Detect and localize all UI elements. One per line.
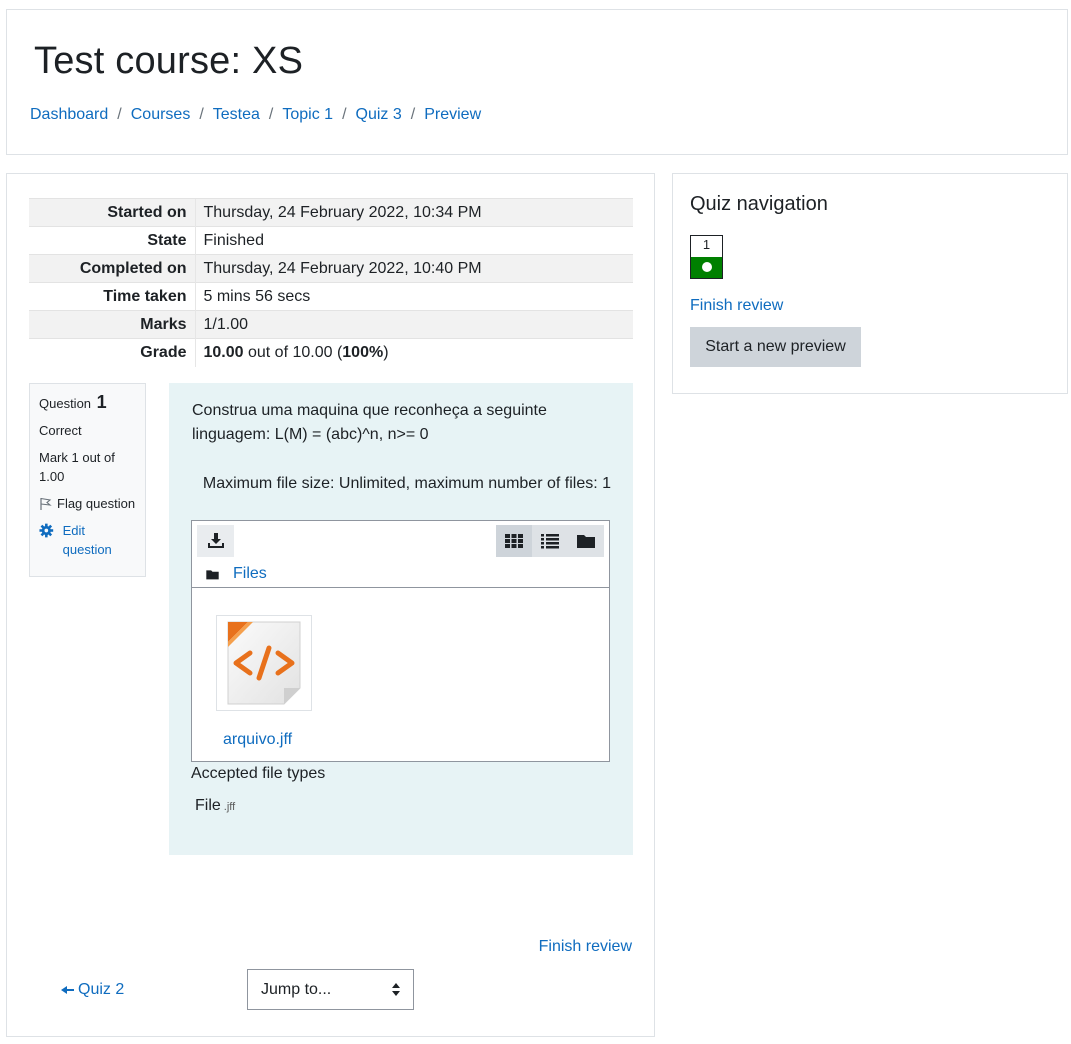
question-state: Correct — [39, 423, 82, 438]
summary-value: Thursday, 24 February 2022, 10:34 PM — [194, 198, 633, 227]
question-number: Question 1 — [39, 392, 136, 413]
file-manager-toolbar: Files — [192, 521, 609, 588]
summary-value: 1/1.00 — [194, 310, 633, 339]
tree-view-button[interactable] — [568, 525, 604, 557]
code-file-icon — [227, 621, 301, 705]
question-text: Construa uma maquina que reconheça a seg… — [192, 402, 547, 443]
arrow-left-icon — [61, 986, 74, 994]
quiz-review-region: Started on Thursday, 24 February 2022, 1… — [6, 173, 655, 1037]
summary-label: State — [29, 226, 195, 255]
view-switcher — [496, 525, 604, 557]
breadcrumb-separator: / — [410, 106, 416, 123]
question-formulation: Construa uma maquina que reconheça a seg… — [169, 383, 633, 855]
file-manager: Files arquivo.jff — [191, 520, 610, 762]
max-file-size-note: Maximum file size: Unlimited, maximum nu… — [202, 475, 611, 492]
icon-view-button[interactable] — [496, 525, 532, 557]
grade-value: 10.00 out of 10.00 (100%) — [194, 338, 633, 367]
summary-value: 5 mins 56 secs — [194, 282, 633, 311]
finish-review-link[interactable]: Finish review — [539, 938, 632, 956]
breadcrumb-separator: / — [342, 106, 347, 123]
previous-activity-link[interactable]: Quiz 2 — [61, 981, 124, 999]
correct-dot-icon — [702, 262, 712, 272]
breadcrumb: Dashboard / Courses / Testea / Topic 1 /… — [30, 106, 481, 124]
select-caret-icon — [392, 983, 400, 996]
jump-to-value: Jump to... — [261, 980, 332, 998]
breadcrumb-separator: / — [199, 106, 204, 123]
question-nav-button[interactable]: 1 — [690, 235, 723, 279]
edit-question-label[interactable]: Edit question — [63, 521, 136, 559]
table-row: Started on Thursday, 24 February 2022, 1… — [29, 198, 633, 227]
list-icon — [541, 534, 559, 549]
previous-activity-label: Quiz 2 — [78, 981, 125, 998]
table-row: Marks 1/1.00 — [29, 310, 633, 339]
breadcrumb-separator: / — [268, 106, 274, 123]
accepted-file-type: File .jff — [195, 797, 235, 815]
table-row: State Finished — [29, 226, 633, 255]
grade-out-of: out of 10.00 ( — [243, 343, 343, 361]
table-row: Time taken 5 mins 56 secs — [29, 282, 633, 311]
download-icon — [207, 533, 224, 548]
start-new-preview-button[interactable]: Start a new preview — [690, 327, 861, 367]
course-title: Test course: XS — [34, 40, 304, 82]
table-row: Completed on Thursday, 24 February 2022,… — [29, 254, 633, 283]
question-nav-number: 1 — [702, 237, 711, 252]
path-files-link[interactable]: Files — [233, 565, 267, 583]
summary-label: Grade — [29, 338, 195, 367]
breadcrumb-quiz[interactable]: Quiz 3 — [356, 106, 402, 124]
gear-icon — [39, 523, 54, 538]
quiz-navigation-title: Quiz navigation — [690, 193, 828, 215]
file-link[interactable]: arquivo.jff — [223, 731, 292, 749]
grade-close: ) — [383, 343, 389, 361]
folder-icon — [577, 535, 595, 548]
grid-icon — [505, 534, 523, 548]
folder-icon — [206, 569, 219, 579]
accepted-file-types-heading: Accepted file types — [191, 765, 326, 782]
file-type-extension: .jff — [223, 801, 236, 813]
quiz-navigation-block: Quiz navigation 1 Finish review Start a … — [672, 173, 1068, 394]
correct-state-indicator — [691, 257, 722, 278]
flag-question-button[interactable]: Flag question — [39, 494, 136, 513]
grade-percent: 100% — [342, 343, 384, 361]
breadcrumb-separator: / — [117, 106, 122, 123]
question-info: Question 1 Correct Mark 1 out of 1.00 Fl… — [29, 383, 146, 577]
question-number-value: 1 — [96, 392, 107, 412]
flag-question-label: Flag question — [57, 496, 136, 511]
nav-finish-review-link[interactable]: Finish review — [690, 297, 783, 315]
breadcrumb-topic[interactable]: Topic 1 — [282, 106, 333, 124]
summary-value: Thursday, 24 February 2022, 10:40 PM — [194, 254, 633, 283]
breadcrumb-courses[interactable]: Courses — [131, 106, 191, 124]
summary-label: Time taken — [29, 282, 195, 311]
file-thumbnail[interactable] — [216, 615, 312, 711]
breadcrumb-preview[interactable]: Preview — [424, 106, 481, 124]
list-view-button[interactable] — [532, 525, 568, 557]
attempt-summary-table: Started on Thursday, 24 February 2022, 1… — [29, 198, 633, 367]
download-button[interactable] — [197, 525, 234, 557]
flag-icon — [40, 497, 52, 510]
edit-question-link[interactable]: Edit question — [39, 521, 136, 559]
breadcrumb-dashboard[interactable]: Dashboard — [30, 106, 108, 124]
question-grade: Mark 1 out of 1.00 — [39, 450, 115, 484]
jump-to-select[interactable]: Jump to... — [247, 969, 414, 1010]
summary-value: Finished — [194, 226, 633, 255]
page-header: Test course: XS Dashboard / Courses / Te… — [6, 9, 1068, 155]
summary-label: Started on — [29, 198, 195, 227]
file-type-label: File — [195, 797, 221, 814]
summary-label: Marks — [29, 310, 195, 339]
breadcrumb-testea[interactable]: Testea — [213, 106, 260, 124]
grade-score: 10.00 — [203, 343, 244, 361]
table-row: Grade 10.00 out of 10.00 (100%) — [29, 338, 633, 367]
file-manager-path: Files — [206, 565, 267, 583]
summary-label: Completed on — [29, 254, 195, 283]
question-label: Question — [39, 396, 92, 411]
